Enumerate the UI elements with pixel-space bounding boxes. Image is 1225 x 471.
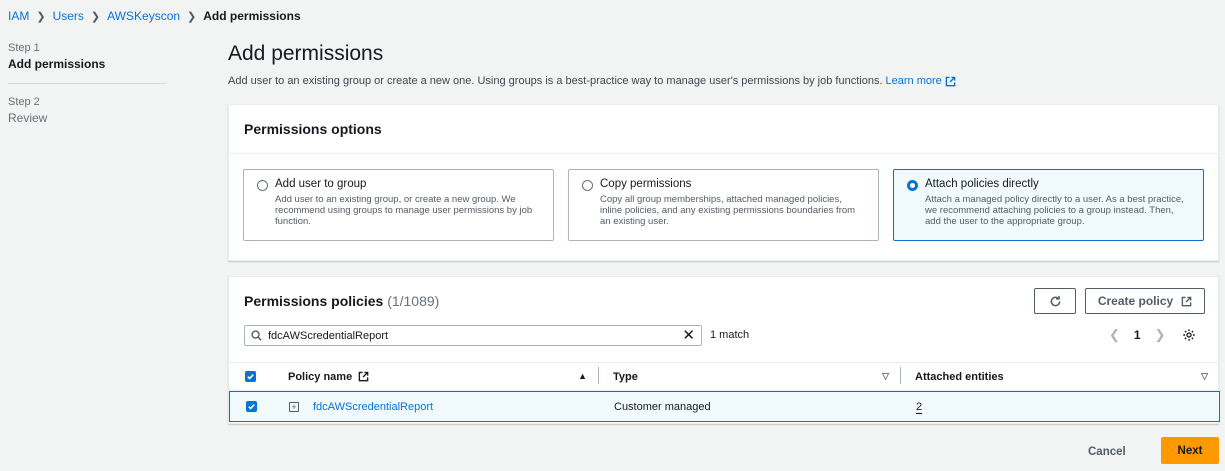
radio-button[interactable] — [257, 180, 268, 191]
permissions-policies-panel: Permissions policies (1/1089) Create pol… — [228, 276, 1220, 424]
option-add-to-group[interactable]: Add user to group Add user to an existin… — [243, 169, 554, 241]
wizard-steps: Step 1 Add permissions Step 2 Review — [8, 42, 166, 125]
page-title: Add permissions — [228, 42, 384, 65]
page-description: Add user to an existing group or create … — [228, 75, 956, 87]
check-icon — [248, 404, 255, 410]
next-button[interactable]: Next — [1161, 437, 1219, 464]
clear-icon[interactable]: ✕ — [682, 328, 695, 343]
policy-name-link[interactable]: fdcAWScredentialReport — [313, 401, 433, 413]
breadcrumb-current: Add permissions — [203, 9, 301, 23]
attached-entities-cell: 2 — [902, 401, 1219, 413]
permissions-options-panel: Permissions options Add user to group Ad… — [228, 104, 1219, 261]
policy-type-cell: Customer managed — [614, 400, 711, 413]
radio-button-selected[interactable] — [907, 180, 918, 191]
sort-ascending-icon[interactable]: ▲ — [578, 371, 587, 381]
table-row[interactable]: + fdcAWScredentialReport Customer manage… — [229, 391, 1220, 422]
refresh-icon — [1050, 295, 1060, 306]
table-header: Policy name ▲ Type ▽ Attached entities ▽ — [229, 362, 1220, 391]
policy-name-cell: + fdcAWScredentialReport — [274, 401, 600, 413]
policies-title-text: Permissions policies — [244, 293, 384, 309]
column-attached-entities[interactable]: Attached entities ▽ — [901, 371, 1220, 383]
search-input[interactable] — [268, 329, 677, 342]
step-label: Review — [8, 111, 48, 125]
step-divider — [8, 83, 166, 84]
chevron-right-icon: ❯ — [36, 10, 46, 23]
search-icon — [251, 330, 262, 341]
refresh-button[interactable] — [1034, 288, 1076, 314]
step-2: Step 2 Review — [8, 96, 166, 125]
chevron-right-icon: ❯ — [187, 10, 197, 23]
column-label: Attached entities — [915, 370, 1004, 383]
chevron-left-icon[interactable]: ❮ — [1109, 327, 1120, 343]
option-description: Attach a managed policy directly to a us… — [925, 194, 1184, 227]
select-all-checkbox[interactable] — [245, 371, 256, 382]
chevron-right-icon[interactable]: ❯ — [1155, 327, 1166, 343]
breadcrumb-user[interactable]: AWSKeyscon — [107, 9, 180, 23]
select-all-cell — [229, 371, 273, 382]
option-tiles: Add user to group Add user to an existin… — [243, 169, 1204, 241]
sort-icon[interactable]: ▽ — [1201, 371, 1208, 382]
step-1: Step 1 Add permissions — [8, 42, 166, 71]
option-copy-permissions[interactable]: Copy permissions Copy all group membersh… — [568, 169, 879, 241]
breadcrumb-iam[interactable]: IAM — [8, 9, 29, 23]
policies-table: Policy name ▲ Type ▽ Attached entities ▽ — [229, 362, 1220, 422]
breadcrumb: IAM ❯ Users ❯ AWSKeyscon ❯ Add permissio… — [8, 9, 301, 23]
option-description: Add user to an existing group, or create… — [275, 194, 533, 227]
policies-count: (1/1089) — [387, 293, 440, 309]
create-policy-label: Create policy — [1097, 294, 1174, 308]
option-attach-policies[interactable]: Attach policies directly Attach a manage… — [893, 169, 1204, 241]
expand-icon[interactable]: + — [289, 401, 299, 412]
external-link-icon — [1181, 296, 1192, 306]
check-icon — [247, 374, 254, 380]
step-label: Add permissions — [8, 57, 106, 71]
option-title: Copy permissions — [600, 178, 692, 190]
column-type[interactable]: Type ▽ — [599, 366, 901, 384]
cancel-button[interactable]: Cancel — [1088, 446, 1126, 458]
chevron-right-icon: ❯ — [90, 10, 101, 23]
option-title: Add user to group — [275, 178, 367, 190]
policies-title: Permissions policies (1/1089) — [244, 293, 439, 309]
settings-gear-icon[interactable] — [1182, 328, 1196, 342]
step-number: Step 1 — [8, 42, 40, 54]
match-count: 1 match — [710, 329, 750, 341]
step-number: Step 2 — [8, 96, 40, 108]
breadcrumb-users[interactable]: Users — [53, 9, 84, 23]
learn-more-link[interactable]: Learn more — [886, 75, 956, 87]
option-title: Attach policies directly — [925, 178, 1039, 190]
column-policy-name[interactable]: Policy name ▲ — [273, 366, 599, 384]
pagination: ❮ 1 ❯ — [1109, 327, 1196, 343]
attached-entities-count[interactable]: 2 — [916, 401, 922, 413]
sort-icon[interactable]: ▽ — [882, 371, 889, 382]
row-checkbox[interactable] — [246, 401, 257, 412]
external-link-icon — [358, 371, 369, 382]
policy-search[interactable]: ✕ — [244, 325, 702, 346]
radio-button[interactable] — [582, 180, 593, 191]
panel-title: Permissions options — [229, 105, 1218, 154]
external-link-icon — [945, 76, 956, 86]
learn-more-label: Learn more — [885, 75, 942, 87]
option-description: Copy all group memberships, attached man… — [600, 194, 856, 227]
row-select-cell — [230, 401, 274, 412]
create-policy-button[interactable]: Create policy — [1085, 288, 1205, 314]
page-number[interactable]: 1 — [1134, 328, 1141, 342]
column-label: Type — [613, 370, 638, 383]
column-label: Policy name — [288, 370, 353, 383]
description-text: Add user to an existing group or create … — [228, 75, 883, 87]
